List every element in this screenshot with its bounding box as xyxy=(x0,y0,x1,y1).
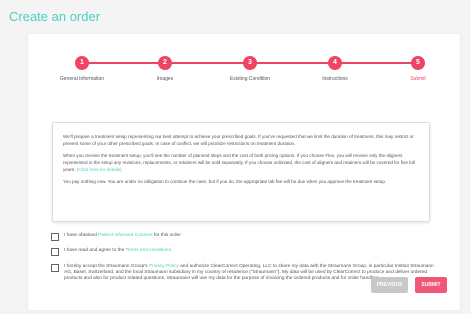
treatment-info-box: We'll prepare a treatment setup represen… xyxy=(52,122,430,222)
step-label: Images xyxy=(156,76,174,82)
step-number: 2 xyxy=(158,56,172,70)
step-images[interactable]: 2 Images xyxy=(125,56,205,82)
submit-button[interactable]: SUBMIT xyxy=(415,277,447,293)
privacy-checkbox[interactable] xyxy=(51,264,59,272)
consent-label: I have obtained Patient Informed Consent… xyxy=(64,233,182,238)
step-number: 3 xyxy=(243,56,257,70)
step-label: Submit xyxy=(410,76,426,82)
page-title: Create an order xyxy=(9,9,101,24)
previous-button[interactable]: PREVIOUS xyxy=(371,277,408,293)
terms-label: I have read and agree to the Terms and c… xyxy=(64,248,173,253)
stepper: 1 General Information 2 Images 3 Existin… xyxy=(28,34,460,84)
step-label: Instructions xyxy=(322,76,348,82)
terms-checkbox[interactable] xyxy=(51,248,59,256)
step-label: General Information xyxy=(59,76,105,82)
info-paragraph-1: We'll prepare a treatment setup represen… xyxy=(63,134,414,146)
step-number: 1 xyxy=(75,56,89,70)
patient-consent-link[interactable]: Patient Informed Consent xyxy=(98,233,152,238)
step-general-information[interactable]: 1 General Information xyxy=(42,56,122,82)
terms-checkbox-row: I have read and agree to the Terms and c… xyxy=(51,248,172,256)
consent-checkbox-row: I have obtained Patient Informed Consent… xyxy=(51,233,182,241)
step-number: 4 xyxy=(328,56,342,70)
info-paragraph-3: You pay nothing now. You are under no ob… xyxy=(63,179,387,184)
terms-link[interactable]: Terms and conditions xyxy=(126,248,171,253)
step-instructions[interactable]: 4 Instructions xyxy=(295,56,375,82)
step-submit[interactable]: 5 Submit xyxy=(378,56,458,82)
info-paragraph-2: When you receive the treatment setup, yo… xyxy=(63,152,419,173)
details-link[interactable]: (Click here for details) xyxy=(77,167,122,172)
step-label: Existing Condition xyxy=(229,76,271,82)
step-existing-condition[interactable]: 3 Existing Condition xyxy=(210,56,290,82)
consent-checkbox[interactable] xyxy=(51,233,59,241)
order-card: 1 General Information 2 Images 3 Existin… xyxy=(28,34,460,310)
step-number: 5 xyxy=(411,56,425,70)
privacy-policy-link[interactable]: Privacy Policy xyxy=(149,264,179,269)
